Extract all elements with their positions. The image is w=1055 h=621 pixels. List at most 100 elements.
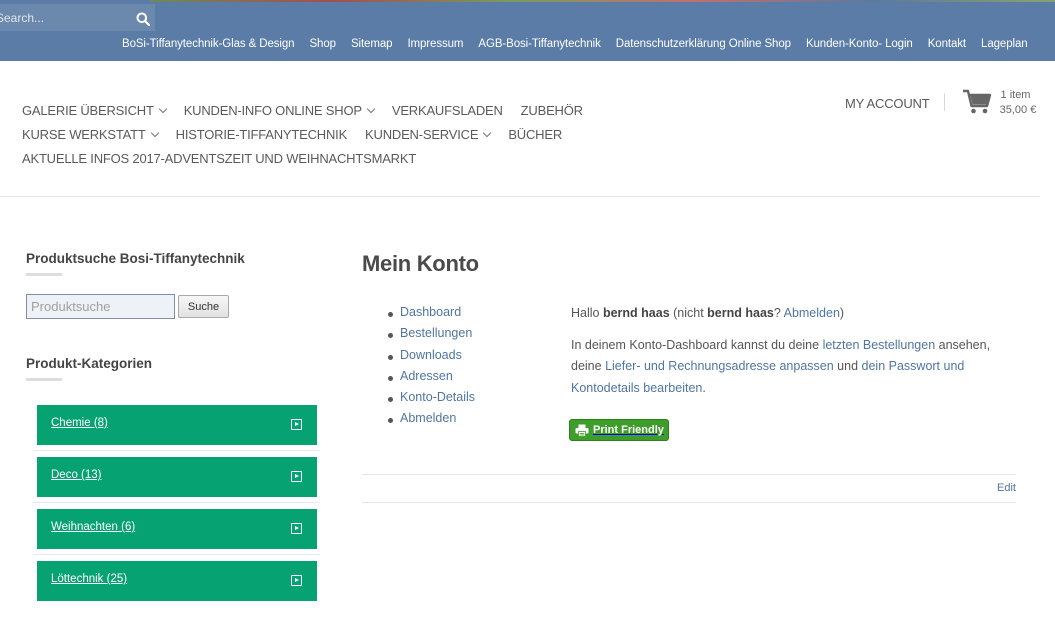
divider — [33, 554, 320, 555]
top-link-shop[interactable]: Shop — [309, 38, 336, 54]
greeting-text: Hallo bernd haas (nicht bernd haas? Abme… — [571, 306, 844, 320]
product-search-input[interactable] — [26, 294, 175, 319]
cart-total: 35,00 € — [999, 104, 1037, 116]
product-search-button[interactable]: Suche — [178, 295, 229, 318]
account-nav-link[interactable]: Downloads — [400, 348, 462, 362]
main-nav-row: AKTUELLE INFOS 2017-ADVENTSZEIT UND WEIH… — [22, 146, 582, 170]
category-item-loettechnik: Löttechnik (25) — [37, 561, 317, 601]
category-link[interactable]: Deco (13) — [51, 469, 102, 481]
chevron-down-icon — [483, 128, 492, 137]
category-link[interactable]: Löttechnik (25) — [51, 573, 127, 585]
cart-item-count: 1 item — [1000, 89, 1031, 101]
expand-icon[interactable] — [291, 523, 302, 534]
category-item-chemie: Chemie (8) — [37, 405, 317, 445]
divider — [362, 502, 1016, 503]
account-nav-link[interactable]: Bestellungen — [400, 326, 472, 340]
nav-item-verkaufsladen[interactable]: VERKAUFSLADEN — [392, 103, 503, 118]
logout-link[interactable]: Abmelden — [784, 306, 840, 320]
account-nav-link[interactable]: Dashboard — [400, 305, 461, 319]
account-nav-item-abmelden: Abmelden — [388, 411, 475, 432]
account-nav-item-downloads: Downloads — [388, 348, 475, 369]
desc-text: . — [702, 380, 706, 395]
account-navigation: Dashboard Bestellungen Downloads Adresse… — [388, 305, 475, 433]
account-nav-link[interactable]: Adressen — [400, 369, 453, 383]
greeting-suffix: ) — [839, 306, 845, 320]
search-icon[interactable] — [136, 12, 150, 26]
category-item-weihnachten: Weihnachten (6) — [37, 509, 317, 549]
title-underline — [26, 378, 62, 381]
product-categories-title: Produkt-Kategorien — [26, 356, 153, 371]
chevron-down-icon — [366, 104, 376, 113]
greeting-prefix: Hallo — [571, 306, 603, 320]
account-nav-item-adressen: Adressen — [388, 369, 475, 390]
main-navigation: GALERIE ÜBERSICHT KUNDEN-INFO ONLINE SHO… — [22, 98, 583, 170]
top-bar: BoSi-Tiffanytechnik-Glas & Design Shop S… — [0, 0, 1055, 61]
site-search — [0, 4, 155, 31]
main-nav-row: GALERIE ÜBERSICHT KUNDEN-INFO ONLINE SHO… — [22, 98, 583, 122]
nav-item-label: HISTORIE-TIFFANYTECHNIK — [175, 126, 348, 142]
page-title: Mein Konto — [362, 251, 479, 276]
top-link-impressum[interactable]: Impressum — [407, 38, 463, 54]
top-link-datenschutz[interactable]: Datenschutzerklärung Online Shop — [616, 38, 791, 54]
user-name: bernd haas — [707, 306, 774, 320]
top-link-kontakt[interactable]: Kontakt — [928, 38, 966, 54]
nav-item-label: AKTUELLE INFOS 2017-ADVENTSZEIT UND WEIH… — [22, 150, 417, 166]
nav-item-label: VERKAUFSLADEN — [391, 102, 503, 118]
divider — [33, 502, 320, 503]
shopping-cart-icon — [963, 89, 992, 114]
top-link-kunden-konto-login[interactable]: Kunden-Konto- Login — [806, 38, 913, 54]
nav-item-label: KUNDEN-SERVICE — [365, 126, 479, 142]
nav-item-label: GALERIE ÜBERSICHT — [22, 102, 154, 118]
my-account-link[interactable]: MY ACCOUNT — [845, 96, 930, 111]
edit-link[interactable]: Edit — [997, 482, 1016, 494]
greeting-question: ? — [773, 306, 784, 320]
main-nav-row: KURSE WERKSTATT HISTORIE-TIFFANYTECHNIK … — [22, 122, 582, 146]
print-friendly-label: Print Friendly — [593, 424, 664, 436]
desc-text: In deinem Konto-Dashboard kannst du dein… — [571, 338, 823, 352]
divider — [944, 93, 945, 111]
expand-icon[interactable] — [291, 575, 302, 586]
account-nav-item-dashboard: Dashboard — [388, 305, 475, 326]
account-nav-link[interactable]: Abmelden — [400, 411, 456, 425]
nav-item-label: KUNDEN-INFO ONLINE SHOP — [183, 102, 362, 118]
top-link-bosi-tiffanytechnik[interactable]: BoSi-Tiffanytechnik-Glas & Design — [122, 38, 295, 54]
nav-item-historie[interactable]: HISTORIE-TIFFANYTECHNIK — [175, 126, 348, 142]
expand-icon[interactable] — [291, 471, 302, 482]
recent-orders-link[interactable]: letzten Bestellungen — [823, 338, 936, 352]
account-nav-item-konto-details: Konto-Details — [388, 390, 475, 411]
nav-item-buecher[interactable]: BÜCHER — [508, 127, 562, 142]
addresses-link[interactable]: Liefer- und Rechnungsadresse anpassen — [605, 359, 834, 373]
desc-text: und — [833, 359, 862, 374]
nav-item-label: KURSE WERKSTATT — [22, 126, 146, 142]
top-link-agb[interactable]: AGB-Bosi-Tiffanytechnik — [478, 38, 600, 54]
nav-item-galerie-uebersicht[interactable]: GALERIE ÜBERSICHT — [22, 102, 167, 118]
chevron-down-icon — [158, 104, 167, 113]
nav-item-kurse-werkstatt[interactable]: KURSE WERKSTATT — [22, 126, 159, 142]
top-link-lageplan[interactable]: Lageplan — [981, 38, 1028, 54]
printer-icon — [575, 424, 589, 437]
mini-cart[interactable]: 1 item 35,00 € — [962, 88, 1037, 118]
site-search-input[interactable] — [0, 7, 125, 28]
dashboard-description: In deinem Konto-Dashboard kannst du dein… — [571, 335, 1021, 399]
print-friendly-button[interactable]: Print Friendly — [569, 419, 669, 441]
top-link-sitemap[interactable]: Sitemap — [351, 38, 393, 54]
divider — [362, 474, 1016, 475]
category-item-deco: Deco (13) — [37, 457, 317, 497]
category-link[interactable]: Weihnachten (6) — [51, 521, 135, 533]
nav-item-label: BÜCHER — [508, 126, 563, 142]
chevron-down-icon — [150, 128, 159, 137]
nav-item-label: ZUBEHÖR — [520, 102, 583, 118]
nav-item-zubehoer[interactable]: ZUBEHÖR — [521, 103, 583, 118]
category-link[interactable]: Chemie (8) — [51, 417, 108, 429]
divider — [33, 450, 320, 451]
expand-icon[interactable] — [291, 419, 302, 430]
user-name: bernd haas — [602, 306, 670, 320]
account-nav-link[interactable]: Konto-Details — [400, 390, 475, 404]
nav-item-aktuelle-infos[interactable]: AKTUELLE INFOS 2017-ADVENTSZEIT UND WEIH… — [22, 151, 416, 166]
product-search-title: Produktsuche Bosi-Tiffanytechnik — [26, 251, 245, 266]
title-underline — [26, 273, 62, 276]
nav-item-kunden-service[interactable]: KUNDEN-SERVICE — [365, 126, 492, 142]
header-photo-strip — [150, 0, 1055, 2]
divider — [0, 196, 1040, 197]
nav-item-kunden-info[interactable]: KUNDEN-INFO ONLINE SHOP — [183, 102, 376, 118]
